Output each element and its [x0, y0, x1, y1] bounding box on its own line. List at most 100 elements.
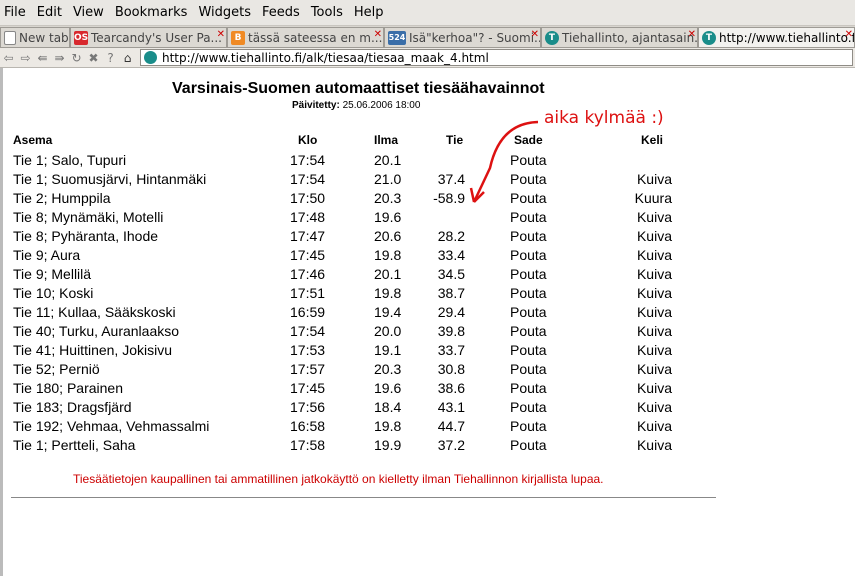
cell-ilma: 20.1	[374, 266, 402, 282]
cell-klo: 17:48	[290, 209, 326, 225]
table-row: Tie 1; Pertteli, Saha 17:58 19.9 37.2 Pouta K…	[0, 436, 720, 455]
cell-klo: 17:58	[290, 437, 326, 453]
table-row: Tie 40; Turku, Auranlaakso 17:54 20.0 39.8 P…	[0, 322, 720, 341]
tab-isakerhoa[interactable]: 524 Isä"kerhoa"? - Suomi... ✕	[384, 27, 541, 47]
menu-bar: File Edit View Bookmarks Widgets Feeds T…	[0, 0, 855, 26]
cell-ilma: 20.1	[374, 152, 402, 168]
cell-asema: Tie 192; Vehmaa, Vehmassalmi	[13, 418, 210, 434]
close-tab-icon[interactable]: ✕	[688, 29, 696, 40]
table-row: Tie 192; Vehmaa, Vehmassalmi 16:58 19.8 44.…	[0, 417, 720, 436]
cell-asema: Tie 40; Turku, Auranlaakso	[13, 323, 180, 339]
cell-ilma: 19.1	[374, 342, 402, 358]
column-header-ilma: Ilma	[374, 133, 399, 147]
tab-new[interactable]: New tab	[0, 27, 70, 47]
menu-widgets[interactable]: Widgets	[198, 5, 251, 20]
cell-keli: Kuiva	[636, 399, 672, 415]
annotation-arrow	[469, 120, 539, 203]
menu-file[interactable]: File	[4, 5, 26, 20]
table-row: Tie 1; Salo, Tupuri 17:54 20.1 Pouta	[0, 151, 720, 170]
tab-label: Tearcandy's User Pa...	[91, 30, 222, 45]
cell-ilma: 18.4	[374, 399, 402, 415]
address-field[interactable]: http://www.tiehallinto.fi/alk/tiesaa/tie…	[140, 49, 853, 66]
tab-blogger[interactable]: B tässä sateessa en m... ✕	[227, 27, 384, 47]
cell-klo: 17:57	[290, 361, 326, 377]
menu-tools[interactable]: Tools	[311, 5, 343, 20]
menu-view[interactable]: View	[73, 5, 104, 20]
cell-tie: -58.9	[433, 190, 465, 206]
updated-line: Päivitetty: 25.06.2006 18:00	[292, 100, 420, 111]
divider	[11, 497, 716, 498]
cell-tie: 30.8	[437, 361, 465, 377]
table-row: Tie 52; Perniö 17:57 20.3 30.8 Pouta Kuiva	[0, 360, 720, 379]
cell-asema: Tie 41; Huittinen, Jokisivu	[13, 342, 172, 358]
close-tab-icon[interactable]: ✕	[845, 29, 853, 40]
menu-help[interactable]: Help	[354, 5, 384, 20]
close-tab-icon[interactable]: ✕	[217, 29, 225, 40]
cell-klo: 17:54	[290, 323, 326, 339]
tab-tearcandy[interactable]: OS Tearcandy's User Pa... ✕	[70, 27, 227, 47]
cell-klo: 16:58	[290, 418, 326, 434]
tab-label: Isä"kerhoa"? - Suomi...	[409, 30, 541, 45]
cell-ilma: 19.4	[374, 304, 402, 320]
cell-sade: Pouta	[510, 437, 547, 453]
tab-tiehallinto[interactable]: T Tiehallinto, ajantasain... ✕	[541, 27, 698, 47]
cell-klo: 17:45	[290, 247, 326, 263]
table-row: Tie 9; Mellilä 17:46 20.1 34.5 Pouta Kuiva	[0, 265, 720, 284]
cell-sade: Pouta	[510, 323, 547, 339]
stop-icon[interactable]: ✖	[85, 51, 102, 65]
cell-tie: 37.2	[437, 437, 465, 453]
wand-icon[interactable]: ?	[102, 51, 119, 65]
menu-feeds[interactable]: Feeds	[262, 5, 300, 20]
cell-sade: Pouta	[510, 228, 547, 244]
cell-ilma: 19.8	[374, 247, 402, 263]
page-title: Varsinais-Suomen automaattiset tiesäähav…	[172, 80, 545, 97]
navigation-bar: ⇦ ⇨ ⇚ ⇛ ↻ ✖ ? ⌂ http://www.tiehallinto.f…	[0, 48, 855, 68]
tiehallinto-icon	[144, 51, 157, 64]
cell-tie: 33.7	[437, 342, 465, 358]
table-row: Tie 1; Suomusjärvi, Hintanmäki 17:54 21.0 3…	[0, 170, 720, 189]
close-tab-icon[interactable]: ✕	[374, 29, 382, 40]
cell-ilma: 20.3	[374, 190, 402, 206]
address-url: http://www.tiehallinto.fi/alk/tiesaa/tie…	[162, 50, 489, 65]
rewind-icon[interactable]: ⇚	[34, 51, 51, 65]
footer-notice: Tiesäätietojen kaupallinen tai ammatilli…	[73, 472, 604, 486]
cell-tie: 43.1	[437, 399, 465, 415]
home-icon[interactable]: ⌂	[119, 51, 136, 65]
cell-asema: Tie 180; Parainen	[13, 380, 123, 396]
cell-asema: Tie 11; Kullaa, Sääkskoski	[13, 304, 176, 320]
cell-sade: Pouta	[510, 304, 547, 320]
fast-forward-icon[interactable]: ⇛	[51, 51, 68, 65]
cell-tie: 39.8	[437, 323, 465, 339]
cell-ilma: 19.6	[374, 209, 402, 225]
cell-klo: 17:46	[290, 266, 326, 282]
cell-keli: Kuiva	[636, 285, 672, 301]
column-header-asema: Asema	[13, 133, 53, 147]
cell-keli: Kuiva	[636, 323, 672, 339]
tab-label: New tab	[19, 30, 69, 45]
cell-tie: 34.5	[437, 266, 465, 282]
cell-sade: Pouta	[510, 285, 547, 301]
cell-klo: 16:59	[290, 304, 326, 320]
close-tab-icon[interactable]: ✕	[531, 29, 539, 40]
table-row: Tie 2; Humppila 17:50 20.3 -58.9 Pouta Kuura	[0, 189, 720, 208]
cell-ilma: 21.0	[374, 171, 402, 187]
cell-sade: Pouta	[510, 418, 547, 434]
cell-asema: Tie 9; Mellilä	[13, 266, 92, 282]
menu-edit[interactable]: Edit	[37, 5, 62, 20]
cell-tie: 38.7	[437, 285, 465, 301]
back-icon[interactable]: ⇦	[0, 51, 17, 65]
cell-asema: Tie 1; Suomusjärvi, Hintanmäki	[13, 171, 207, 187]
reload-icon[interactable]: ↻	[68, 51, 85, 65]
tab-active[interactable]: T http://www.tiehallinto.fi... ✕	[698, 27, 855, 47]
cell-klo: 17:50	[290, 190, 326, 206]
cell-tie: 33.4	[437, 247, 465, 263]
cell-sade: Pouta	[510, 247, 547, 263]
menu-bookmarks[interactable]: Bookmarks	[115, 5, 188, 20]
tab-bar: New tab OS Tearcandy's User Pa... ✕ B tä…	[0, 26, 855, 48]
cell-ilma: 20.6	[374, 228, 402, 244]
forward-icon[interactable]: ⇨	[17, 51, 34, 65]
blogger-icon: B	[231, 30, 245, 45]
cell-sade: Pouta	[510, 361, 547, 377]
cell-klo: 17:47	[290, 228, 326, 244]
cell-keli: Kuura	[634, 190, 672, 206]
